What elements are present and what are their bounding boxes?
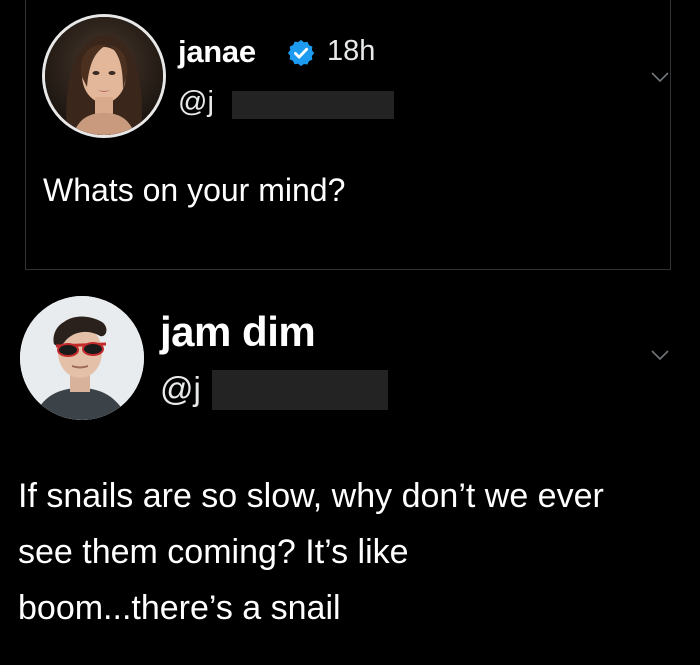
timestamp[interactable]: 18h: [327, 35, 375, 68]
handle-jam-dim[interactable]: @j: [160, 370, 201, 408]
handle-redaction-bar: [232, 91, 394, 119]
man-with-sunglasses-avatar-icon: [20, 296, 144, 420]
display-name-janae[interactable]: janae: [178, 34, 256, 70]
verified-badge-icon: [286, 38, 316, 68]
avatar-janae[interactable]: [42, 14, 166, 138]
woman-portrait-avatar-icon: [45, 17, 163, 135]
chevron-down-icon[interactable]: [650, 348, 670, 362]
tweet-text-jam-dim: If snails are so slow, why don’t we ever…: [18, 477, 604, 627]
handle-redaction-bar: [212, 370, 388, 410]
display-name-jam-dim[interactable]: jam dim: [160, 308, 316, 356]
chevron-down-icon[interactable]: [650, 70, 670, 84]
avatar-jam-dim[interactable]: [20, 296, 144, 420]
handle-janae[interactable]: @j: [178, 86, 214, 119]
tweet-text-janae: Whats on your mind?: [43, 172, 346, 208]
